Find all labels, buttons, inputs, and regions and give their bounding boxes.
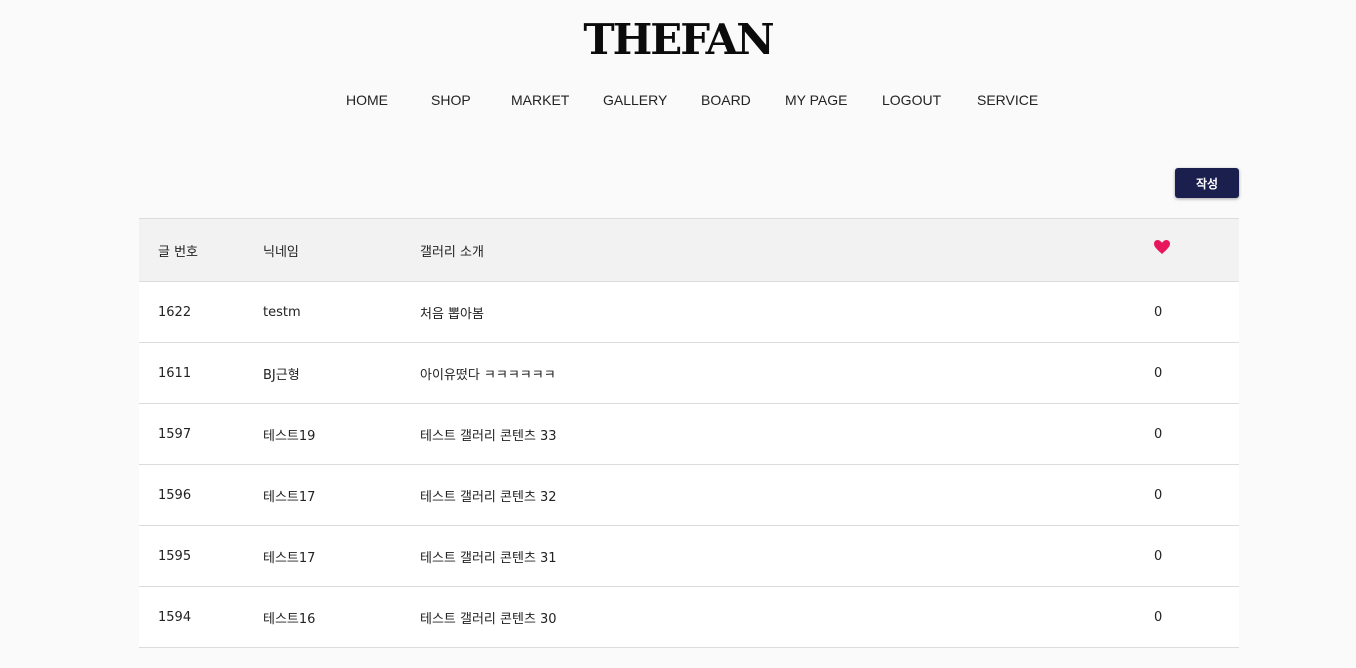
table-row[interactable]: 1594 테스트16 테스트 갤러리 콘텐츠 30 0 [139,587,1239,648]
row-post-number: 1611 [158,365,192,381]
row-like-count: 0 [1154,609,1163,625]
write-button[interactable]: 작성 [1175,168,1239,198]
nav-item-market[interactable]: MARKET [511,90,569,110]
table-row[interactable]: 1622 testm 처음 뽑아봄 0 [139,282,1239,343]
header-post-number: 글 번호 [158,244,199,260]
row-gallery-intro: 아이유떴다 ㅋㅋㅋㅋㅋㅋ [420,367,556,383]
header-nickname: 닉네임 [263,244,299,260]
table-row[interactable]: 1595 테스트17 테스트 갤러리 콘텐츠 31 0 [139,526,1239,587]
row-gallery-intro: 테스트 갤러리 콘텐츠 33 [420,428,557,444]
table-header: 글 번호 닉네임 갤러리 소개 [139,218,1239,282]
row-like-count: 0 [1154,304,1163,320]
row-post-number: 1622 [158,304,192,320]
nav-item-gallery[interactable]: GALLERY [603,90,667,110]
nav-item-shop[interactable]: SHOP [431,90,471,110]
row-like-count: 0 [1154,548,1163,564]
nav-item-mypage[interactable]: MY PAGE [785,90,848,110]
row-nickname: 테스트19 [263,428,316,444]
row-nickname: BJ근형 [263,367,300,383]
row-gallery-intro: 테스트 갤러리 콘텐츠 30 [420,611,557,627]
heart-icon [1154,240,1170,254]
main-nav: HOME SHOP MARKET GALLERY BOARD MY PAGE L… [0,90,1356,110]
header-likes [1154,219,1170,281]
row-like-count: 0 [1154,426,1163,442]
row-nickname: 테스트17 [263,550,316,566]
row-nickname: testm [263,304,301,320]
gallery-table: 글 번호 닉네임 갤러리 소개 1622 testm 처음 뽑아봄 0 1611 BJ근형… [139,218,1239,648]
nav-item-logout[interactable]: LOGOUT [882,90,941,110]
row-gallery-intro: 처음 뽑아봄 [420,306,484,322]
row-gallery-intro: 테스트 갤러리 콘텐츠 32 [420,489,557,505]
nav-item-board[interactable]: BOARD [701,90,751,110]
nav-item-service[interactable]: SERVICE [977,90,1038,110]
site-logo[interactable]: THEFAN [0,16,1356,64]
row-post-number: 1594 [158,609,192,625]
row-nickname: 테스트17 [263,489,316,505]
row-post-number: 1596 [158,487,192,503]
row-post-number: 1597 [158,426,192,442]
row-post-number: 1595 [158,548,192,564]
table-row[interactable]: 1597 테스트19 테스트 갤러리 콘텐츠 33 0 [139,404,1239,465]
row-nickname: 테스트16 [263,611,316,627]
nav-item-home[interactable]: HOME [346,90,388,110]
table-row[interactable]: 1611 BJ근형 아이유떴다 ㅋㅋㅋㅋㅋㅋ 0 [139,343,1239,404]
header-gallery-intro: 갤러리 소개 [420,244,484,260]
row-gallery-intro: 테스트 갤러리 콘텐츠 31 [420,550,557,566]
row-like-count: 0 [1154,365,1163,381]
table-row[interactable]: 1596 테스트17 테스트 갤러리 콘텐츠 32 0 [139,465,1239,526]
row-like-count: 0 [1154,487,1163,503]
